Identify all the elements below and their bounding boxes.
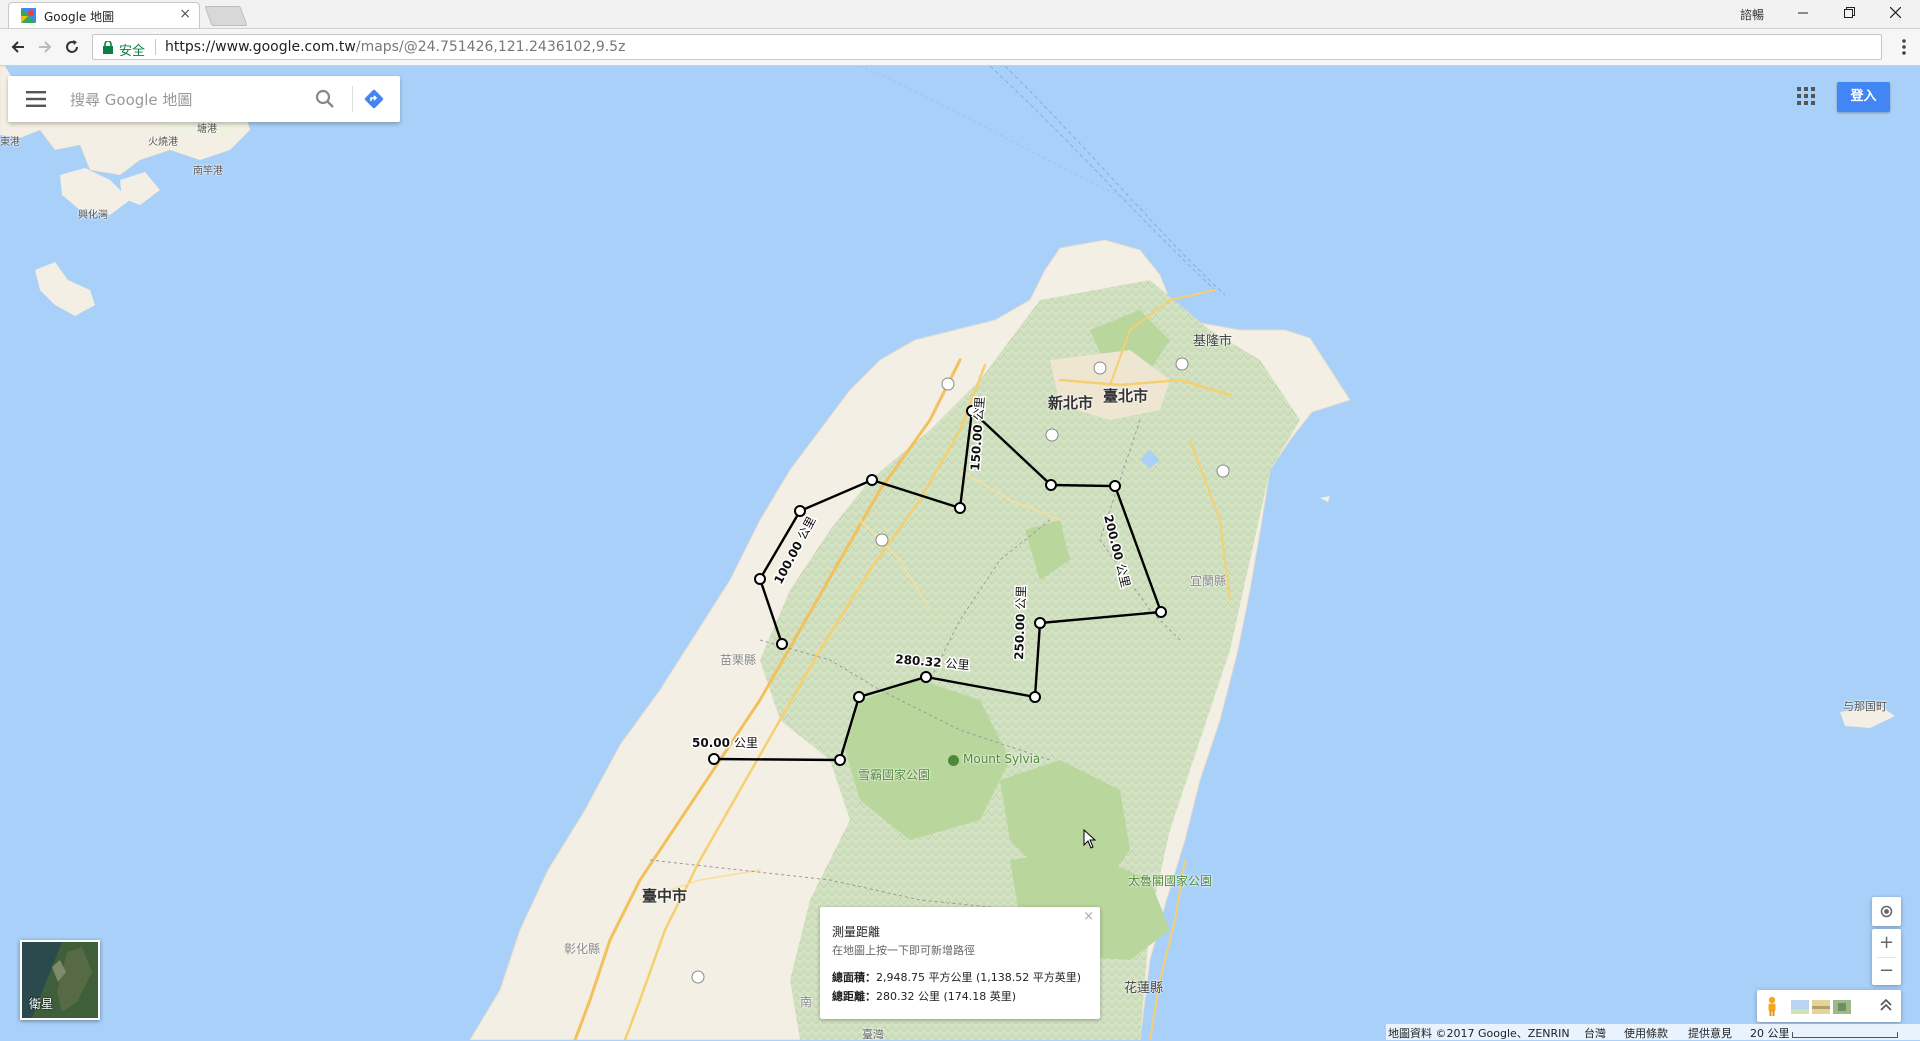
measure-label-unit: 公里 — [734, 736, 758, 750]
footer-terms-link[interactable]: 使用條款 — [1624, 1025, 1668, 1041]
my-location-button[interactable] — [1872, 897, 1901, 926]
measure-vertex-12[interactable] — [866, 474, 878, 486]
my-location-icon — [1880, 905, 1893, 918]
directions-icon[interactable] — [362, 87, 386, 111]
satellite-toggle[interactable]: 衛星 — [20, 940, 100, 1020]
measure-distance-line: 總距離：280.32 公里 (174.18 英里) — [832, 988, 1016, 1004]
measure-label-unit: 公里 — [1014, 585, 1029, 609]
footer-region[interactable]: 台灣 — [1584, 1025, 1606, 1041]
close-window-icon[interactable] — [1872, 2, 1918, 26]
chevron-up-icon[interactable] — [1879, 997, 1893, 1013]
measure-vertex-6[interactable] — [1034, 617, 1046, 629]
reload-icon[interactable] — [62, 37, 82, 57]
measure-vertex-5[interactable] — [1029, 691, 1041, 703]
measure-hint: 在地圖上按一下即可新增路徑 — [832, 944, 975, 957]
measure-distance-label-5: 250.00 公里 — [1012, 585, 1029, 660]
measure-distance-label-2: 100.00公里 — [771, 514, 818, 586]
zoom-control: + − — [1872, 929, 1901, 985]
signin-button[interactable]: 登入 — [1837, 82, 1890, 112]
new-tab-button[interactable] — [204, 6, 248, 26]
apps-grid-icon[interactable] — [1797, 87, 1815, 105]
measure-label-value: 100.00 — [771, 539, 805, 586]
zoom-out-button[interactable]: − — [1872, 957, 1901, 985]
restore-icon[interactable] — [1826, 2, 1872, 26]
tab-close-icon[interactable]: × — [179, 6, 191, 22]
address-divider — [155, 39, 156, 55]
secure-label: 安全 — [119, 44, 146, 59]
measure-vertex-15[interactable] — [776, 638, 788, 650]
forward-arrow-icon[interactable] — [35, 37, 55, 57]
search-input[interactable] — [68, 87, 302, 113]
map-layer-thumbnails[interactable] — [1791, 1000, 1851, 1014]
measure-vertex-9[interactable] — [1045, 479, 1057, 491]
pegman-icon[interactable] — [1765, 996, 1779, 1016]
measure-vertex-2[interactable] — [834, 754, 846, 766]
browser-tab[interactable]: Google 地圖 × — [8, 2, 200, 28]
measure-label-value: 250.00 — [1012, 613, 1028, 660]
lock-icon — [103, 41, 113, 54]
browser-toolbar: 安全 https://www.google.com.tw/maps/@24.75… — [0, 29, 1920, 66]
measure-label-value: 150.00 — [968, 424, 985, 471]
measure-vertex-3[interactable] — [853, 691, 865, 703]
search-box — [8, 76, 400, 122]
measure-distance-card: × 測量距離 在地圖上按一下即可新增路徑 總面積：2,948.75 平方公里 (… — [820, 907, 1100, 1019]
measure-vertex-13[interactable] — [794, 505, 806, 517]
zoom-in-button[interactable]: + — [1872, 929, 1901, 957]
tab-title: Google 地圖 — [44, 10, 115, 24]
measure-vertex-1[interactable] — [708, 753, 720, 765]
measure-label-unit: 公里 — [795, 514, 819, 542]
footer-scale-label[interactable]: 20 公里 — [1750, 1025, 1790, 1041]
window-user-label[interactable]: 諮暢 — [1740, 6, 1764, 23]
measure-label-unit: 公里 — [1113, 562, 1132, 589]
measure-area-label: 總面積： — [832, 971, 876, 984]
measure-title: 測量距離 — [832, 925, 881, 939]
browser-tabbar: Google 地圖 × 諮暢 — [0, 0, 1920, 29]
measure-area-value: 2,948.75 平方公里 (1,138.52 平方英里) — [876, 971, 1082, 984]
scale-bar — [1792, 1032, 1898, 1038]
measure-vertex-4[interactable] — [920, 671, 932, 683]
minimize-icon[interactable] — [1780, 2, 1826, 26]
measure-close-icon[interactable]: × — [1083, 909, 1094, 924]
measure-label-value: 50.00 — [692, 736, 730, 750]
browser-menu-icon[interactable] — [1894, 35, 1914, 59]
layers-control — [1757, 990, 1901, 1022]
measure-label-value: 280.32 — [895, 652, 942, 670]
measure-distance-value: 280.32 公里 (174.18 英里) — [876, 990, 1017, 1003]
mouse-cursor-icon — [1083, 829, 1097, 849]
address-bar[interactable]: 安全 https://www.google.com.tw/maps/@24.75… — [92, 34, 1882, 60]
footer-attribution: 地圖資料 ©2017 Google、ZENRIN — [1388, 1027, 1570, 1040]
measure-label-unit: 公里 — [945, 656, 970, 672]
url-text[interactable]: https://www.google.com.tw/maps/@24.75142… — [165, 39, 625, 55]
search-divider — [352, 86, 353, 112]
google-maps-favicon-icon — [21, 8, 36, 23]
map-canvas[interactable]: 新北市 臺北市 基隆市 宜蘭縣 苗栗縣 雪霸國家公園 Mount Sylvia 臺中市 彰化縣花… — [0, 66, 1920, 1040]
measure-vertex-8[interactable] — [1109, 480, 1121, 492]
measure-label-unit: 公里 — [972, 396, 988, 421]
menu-hamburger-icon[interactable] — [26, 91, 46, 107]
measure-vertex-14[interactable] — [754, 573, 766, 585]
measure-distance-label-1: 50.00 公里 — [692, 736, 758, 750]
measure-vertex-7[interactable] — [1155, 606, 1167, 618]
back-arrow-icon[interactable] — [8, 37, 28, 57]
satellite-label: 衛星 — [29, 997, 54, 1011]
search-icon[interactable] — [314, 88, 336, 110]
measure-distance-label: 總距離： — [832, 990, 876, 1003]
measure-path-layer: 50.00 公里100.00公里150.00公里200.00公里250.00公里2… — [691, 395, 1167, 766]
measure-area-line: 總面積：2,948.75 平方公里 (1,138.52 平方英里) — [832, 969, 1081, 985]
measure-label-value: 200.00 — [1101, 513, 1126, 561]
footer-feedback-link[interactable]: 提供意見 — [1688, 1025, 1732, 1041]
measure-vertex-11[interactable] — [954, 502, 966, 514]
measure-distance-label-6: 280.32 公里 — [895, 652, 970, 672]
